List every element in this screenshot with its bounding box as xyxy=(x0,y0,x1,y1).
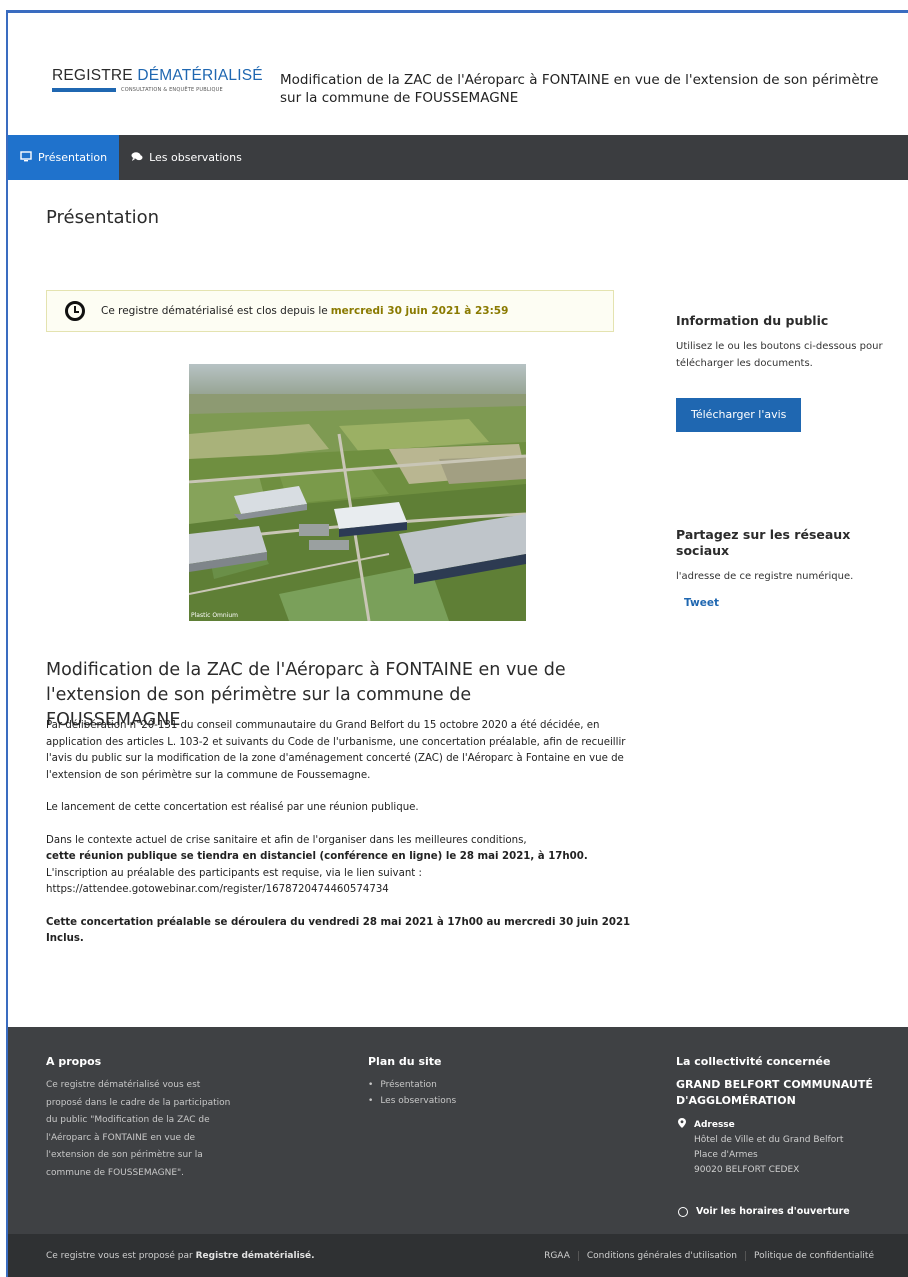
site-header: REGISTRE DÉMATÉRIALISÉ CONSULTATION & EN… xyxy=(8,13,908,135)
footer-about-title: A propos xyxy=(46,1055,102,1068)
site-logo[interactable]: REGISTRE DÉMATÉRIALISÉ CONSULTATION & EN… xyxy=(52,67,263,93)
photo-caption: Plastic Omnium xyxy=(191,612,238,619)
article-paragraph-4: Cette concertation préalable se dérouler… xyxy=(46,916,631,945)
closed-date: mercredi 30 juin 2021 à 23:59 xyxy=(330,305,509,317)
sidebar-share: Partagez sur les réseaux sociaux l'adres… xyxy=(676,527,886,610)
footer-about: A propos Ce registre dématérialisé vous … xyxy=(46,1055,236,1182)
page-frame: REGISTRE DÉMATÉRIALISÉ CONSULTATION & EN… xyxy=(6,10,908,1277)
tab-observations-label: Les observations xyxy=(149,151,242,164)
map-pin-icon xyxy=(678,1118,694,1178)
logo-tagline-row: CONSULTATION & ENQUÊTE PUBLIQUE xyxy=(52,87,252,93)
page-title: Présentation xyxy=(46,207,160,228)
logo-underline xyxy=(52,88,116,92)
footer-sitemap-title: Plan du site xyxy=(368,1055,442,1068)
download-notice-button[interactable]: Télécharger l'avis xyxy=(676,398,802,432)
address-line-2: Place d'Armes xyxy=(694,1150,758,1160)
footer-about-text: Ce registre dématérialisé vous est propo… xyxy=(46,1080,231,1178)
footer-collectivity-title: La collectivité concernée xyxy=(676,1055,831,1068)
logo-part-2: DÉMATÉRIALISÉ xyxy=(137,67,263,84)
address-line-3: 90020 BELFORT CEDEX xyxy=(694,1165,800,1175)
clock-icon xyxy=(678,1206,688,1217)
comments-icon xyxy=(131,151,143,165)
bottom-bar: Ce registre vous est proposé par Registr… xyxy=(8,1234,908,1277)
article-paragraph-1: Par délibération n°20-131 du conseil com… xyxy=(46,720,626,781)
webinar-link[interactable]: https://attendee.gotowebinar.com/registe… xyxy=(46,882,646,899)
logo-tagline: CONSULTATION & ENQUÊTE PUBLIQUE xyxy=(121,87,223,93)
opening-hours-link[interactable]: Voir les horaires d'ouverture xyxy=(676,1206,886,1217)
logo-part-1: REGISTRE xyxy=(52,67,138,84)
tab-presentation[interactable]: Présentation xyxy=(8,135,120,180)
article-paragraph-3b: cette réunion publique se tiendra en dis… xyxy=(46,851,588,862)
share-text: l'adresse de ce registre numérique. xyxy=(676,571,854,582)
logo-wordmark: REGISTRE DÉMATÉRIALISÉ xyxy=(52,67,263,85)
footer-collectivity: La collectivité concernée GRAND BELFORT … xyxy=(676,1055,886,1217)
credit-brand-link[interactable]: Registre dématérialisé. xyxy=(196,1251,315,1261)
header-title: Modification de la ZAC de l'Aéroparc à F… xyxy=(280,72,879,106)
address-line-1: Hôtel de Ville et du Grand Belfort xyxy=(694,1135,844,1145)
address-block: Adresse Hôtel de Ville et du Grand Belfo… xyxy=(676,1118,886,1178)
tab-presentation-label: Présentation xyxy=(38,151,108,164)
legal-links: RGAA Conditions générales d'utilisation … xyxy=(536,1251,882,1261)
site-footer: A propos Ce registre dématérialisé vous … xyxy=(8,1027,908,1234)
footer-sitemap: Plan du site Présentation Les observatio… xyxy=(368,1055,456,1109)
link-rgaa[interactable]: RGAA xyxy=(536,1251,578,1261)
aerial-photo: Plastic Omnium xyxy=(189,364,526,621)
org-name: GRAND BELFORT COMMUNAUTÉ D'AGGLOMÉRATION xyxy=(676,1078,873,1107)
share-title: Partagez sur les réseaux sociaux xyxy=(676,527,851,558)
tweet-button[interactable]: Tweet xyxy=(684,597,719,609)
info-text: Utilisez le ou les boutons ci-dessous po… xyxy=(676,341,883,369)
tab-observations[interactable]: Les observations xyxy=(119,135,254,180)
article-paragraph-3a: Dans le contexte actuel de crise sanitai… xyxy=(46,834,527,846)
footer-link-observations[interactable]: Les observations xyxy=(368,1093,456,1109)
main-nav: Présentation Les observations xyxy=(8,135,908,180)
opening-hours-label: Voir les horaires d'ouverture xyxy=(696,1206,850,1217)
monitor-icon xyxy=(20,150,32,165)
address-label: Adresse xyxy=(694,1120,735,1130)
footer-link-presentation[interactable]: Présentation xyxy=(368,1077,456,1093)
sidebar-info: Information du public Utilisez le ou les… xyxy=(676,313,886,432)
info-title: Information du public xyxy=(676,313,829,328)
closed-notice: Ce registre dématérialisé est clos depui… xyxy=(46,290,614,332)
article-body: Par délibération n°20-131 du conseil com… xyxy=(46,718,646,964)
link-cgu[interactable]: Conditions générales d'utilisation xyxy=(577,1251,745,1261)
article-paragraph-2: Le lancement de cette concertation est r… xyxy=(46,802,419,813)
closed-notice-text: Ce registre dématérialisé est clos depui… xyxy=(101,305,328,317)
clock-icon xyxy=(65,301,85,321)
article-paragraph-3c: L'inscription au préalable des participa… xyxy=(46,867,422,879)
credit-prefix: Ce registre vous est proposé par xyxy=(46,1251,193,1261)
credit-text: Ce registre vous est proposé par Registr… xyxy=(46,1251,315,1261)
link-privacy[interactable]: Politique de confidentialité xyxy=(745,1251,882,1261)
